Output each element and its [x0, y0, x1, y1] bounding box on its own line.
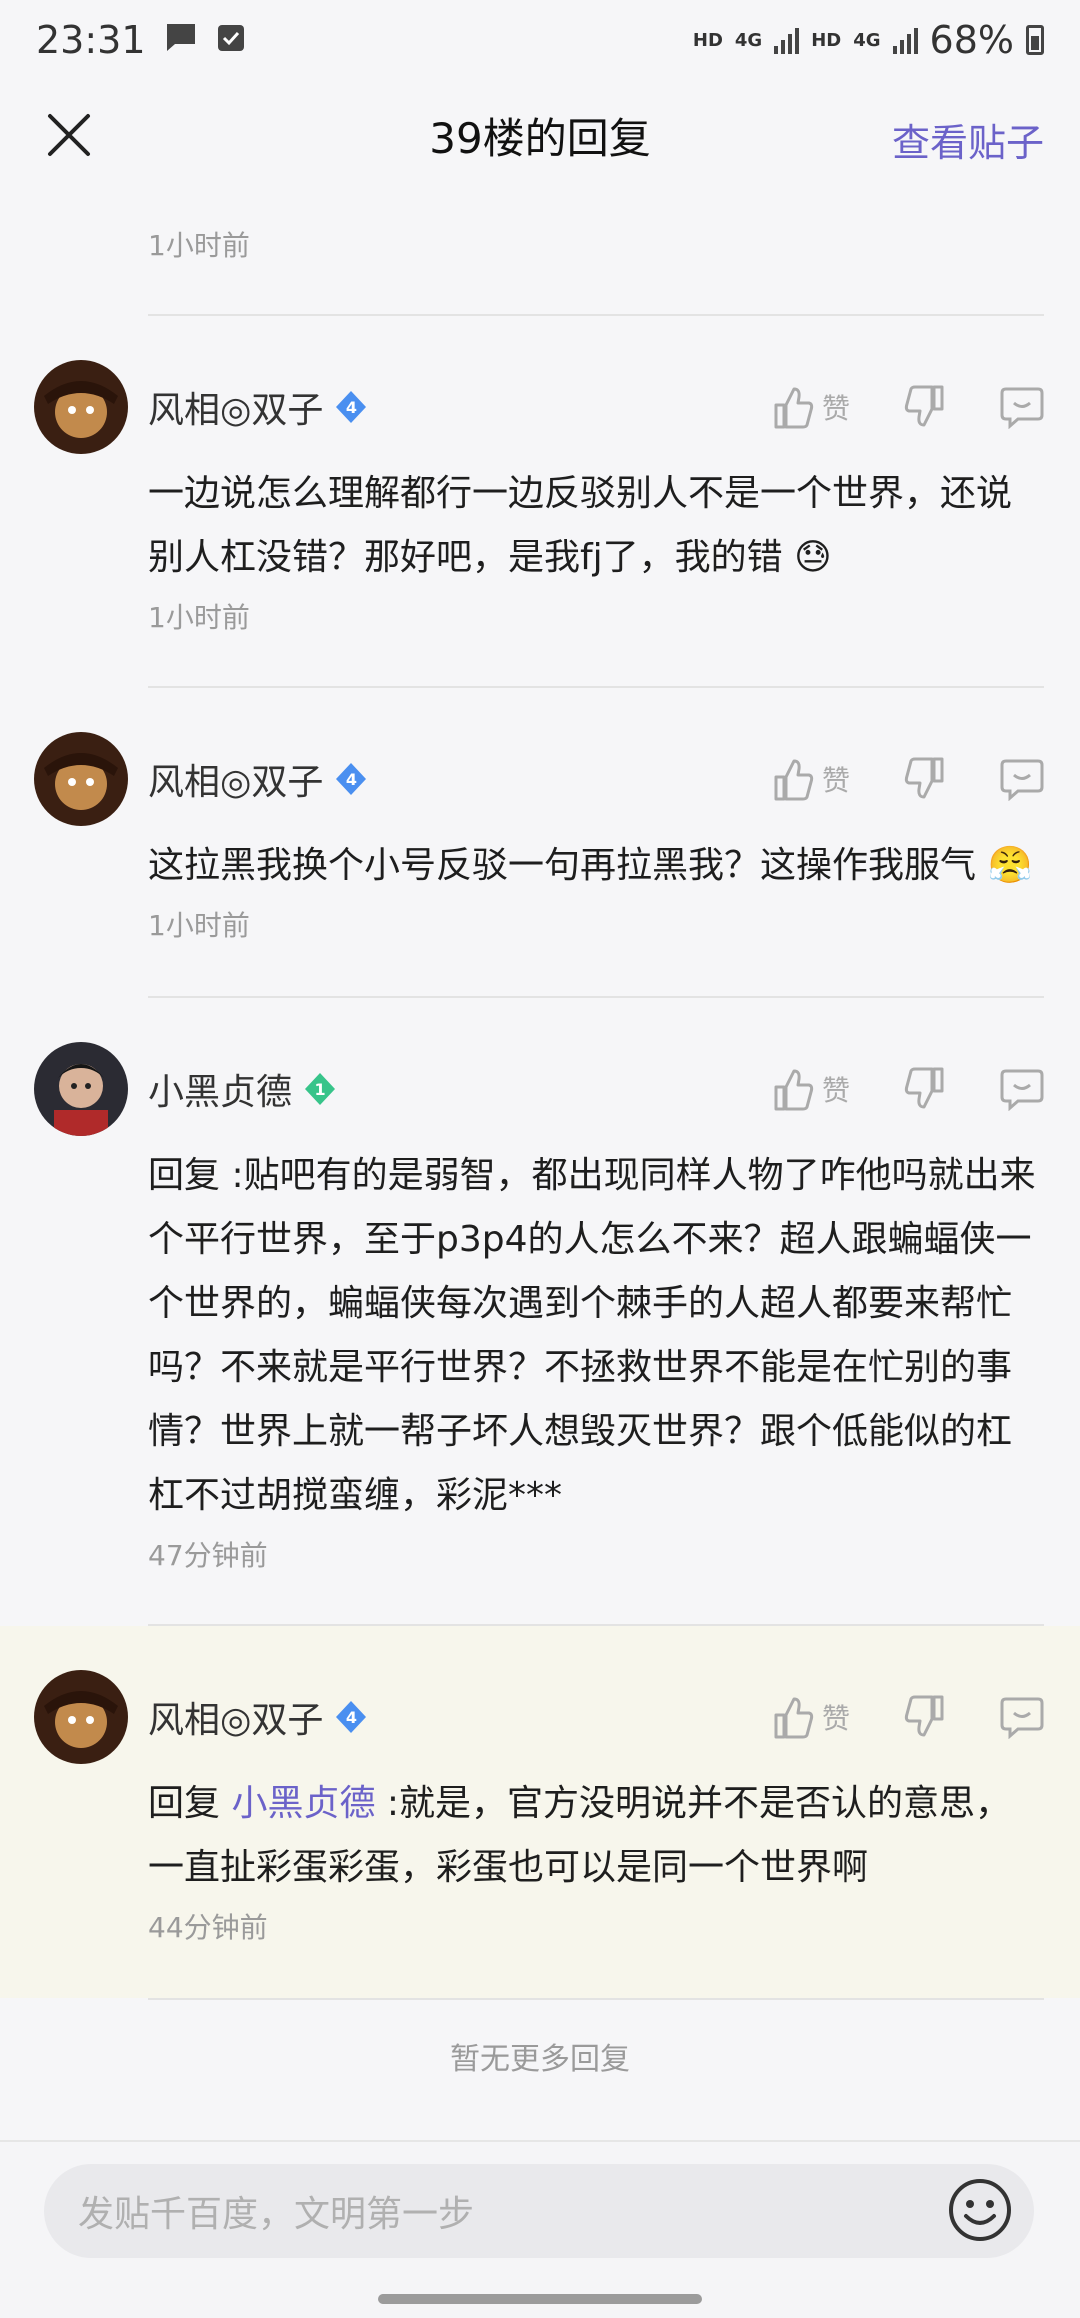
- hd-indicator-2: HD: [811, 29, 842, 51]
- dislike-button[interactable]: [904, 757, 946, 801]
- like-button[interactable]: 赞: [772, 385, 850, 429]
- username[interactable]: 风相◎双子: [148, 381, 323, 433]
- hd-indicator: HD: [692, 29, 723, 51]
- reply-item: 风相◎双子 4 赞 这拉黑我换个小号反驳一句再拉黑我？这操作我服气 😤 1小时前: [0, 688, 1080, 996]
- network-indicator-2: 4G: [853, 29, 881, 51]
- thumbs-down-icon: [904, 1695, 944, 1737]
- emoji-icon[interactable]: [946, 2176, 1014, 2244]
- reply-actions: 赞: [772, 732, 1044, 826]
- like-button[interactable]: 赞: [772, 1695, 850, 1739]
- reply-time: 47分钟前: [148, 1539, 268, 1572]
- no-more-replies: 暂无更多回复: [450, 2042, 630, 2077]
- comment-button[interactable]: [1000, 757, 1044, 801]
- level-badge: 4: [333, 389, 369, 425]
- status-bar: 23:31 HD 4G HD 4G 68%: [0, 0, 1080, 80]
- reply-input[interactable]: 发贴千百度，文明第一步: [44, 2164, 1034, 2258]
- home-indicator[interactable]: [378, 2294, 702, 2304]
- reply-list: 1小时前 风相◎双子 4 赞 一边说怎么理解都行一边反驳别人不是一个世界，还说别…: [0, 190, 1080, 2078]
- dislike-button[interactable]: [904, 1067, 946, 1111]
- reply-text: 这拉黑我换个小号反驳一句再拉黑我？这操作我服气 😤: [148, 845, 1033, 886]
- thumbs-up-icon: [774, 1697, 814, 1739]
- reply-item-highlighted: 风相◎双子 4 赞 回复 小黑贞德 :就是，官方没明说并不是否认的意思，一直扯彩…: [0, 1626, 1080, 1998]
- thumbs-down-icon: [904, 385, 944, 427]
- avatar[interactable]: [34, 1042, 128, 1136]
- like-button[interactable]: 赞: [772, 757, 850, 801]
- comment-icon: [1000, 1069, 1044, 1111]
- reply-prefix: 回复: [148, 1155, 221, 1196]
- signal-icon: [774, 26, 800, 54]
- thumbs-up-icon: [774, 387, 814, 429]
- bottom-bar: 发贴千百度，文明第一步: [0, 2140, 1080, 2318]
- reply-time: 1小时前: [148, 229, 250, 262]
- view-post-link[interactable]: 查看贴子: [892, 112, 1044, 167]
- like-label: 赞: [821, 1702, 850, 1735]
- thumbs-down-icon: [904, 1067, 944, 1109]
- comment-button[interactable]: [1000, 1067, 1044, 1111]
- reply-prefix: 回复: [148, 1783, 221, 1824]
- dislike-button[interactable]: [904, 385, 946, 429]
- comment-button[interactable]: [1000, 385, 1044, 429]
- checkbox-icon: [216, 18, 246, 62]
- page-title: 39楼的回复: [429, 113, 651, 163]
- comment-icon: [1000, 1697, 1044, 1739]
- reply-text: 一边说怎么理解都行一边反驳别人不是一个世界，还说别人杠没错？那好吧，是我fj了，…: [148, 473, 1013, 578]
- like-button[interactable]: 赞: [772, 1067, 850, 1111]
- username[interactable]: 风相◎双子: [148, 753, 323, 805]
- reply-input-placeholder: 发贴千百度，文明第一步: [78, 2194, 475, 2235]
- close-icon[interactable]: [44, 110, 94, 160]
- battery-icon: [1026, 25, 1044, 55]
- clock: 23:31: [36, 18, 146, 62]
- reply-time: 1小时前: [148, 909, 250, 942]
- like-label: 赞: [821, 764, 850, 797]
- emoji: 😓: [794, 537, 832, 578]
- like-label: 赞: [821, 392, 850, 425]
- battery-percent: 68%: [929, 18, 1014, 62]
- level-badge: 4: [333, 1699, 369, 1735]
- reply-actions: 赞: [772, 1042, 1044, 1136]
- emoji: 😤: [987, 845, 1033, 886]
- reply-item: 风相◎双子 4 赞 一边说怎么理解都行一边反驳别人不是一个世界，还说别人杠没错？…: [0, 316, 1080, 686]
- dislike-button[interactable]: [904, 1695, 946, 1739]
- level-badge: 1: [302, 1071, 338, 1107]
- reply-text: 回复 小黑贞德 :就是，官方没明说并不是否认的意思，一直扯彩蛋彩蛋，彩蛋也可以是…: [148, 1783, 1012, 1888]
- comment-button[interactable]: [1000, 1695, 1044, 1739]
- reply-text: 回复 :贴吧有的是弱智，都出现同样人物了咋他吗就出来个平行世界，至于p3p4的人…: [148, 1155, 1036, 1516]
- level-badge: 4: [333, 761, 369, 797]
- username[interactable]: 风相◎双子: [148, 1691, 323, 1743]
- comment-icon: [1000, 387, 1044, 429]
- reply-time: 1小时前: [148, 601, 250, 634]
- reply-item: 小黑贞德 1 赞 回复 :贴吧有的是弱智，都出现同样人物了咋他吗就出来个平行世界…: [0, 998, 1080, 1624]
- message-icon: [164, 18, 198, 62]
- reply-time: 44分钟前: [148, 1911, 268, 1944]
- thumbs-up-icon: [774, 759, 814, 801]
- avatar[interactable]: [34, 360, 128, 454]
- reply-to-user-link[interactable]: 小黑贞德: [231, 1783, 375, 1824]
- comment-icon: [1000, 759, 1044, 801]
- avatar[interactable]: [34, 732, 128, 826]
- username[interactable]: 小黑贞德: [148, 1063, 292, 1115]
- network-indicator: 4G: [734, 29, 763, 51]
- reply-actions: 赞: [772, 1670, 1044, 1764]
- thumbs-up-icon: [774, 1069, 814, 1111]
- reply-actions: 赞: [772, 360, 1044, 454]
- page-header: 39楼的回复 查看贴子: [0, 80, 1080, 190]
- like-label: 赞: [821, 1074, 850, 1107]
- thumbs-down-icon: [904, 757, 944, 799]
- signal-icon-2: [892, 26, 918, 54]
- avatar[interactable]: [34, 1670, 128, 1764]
